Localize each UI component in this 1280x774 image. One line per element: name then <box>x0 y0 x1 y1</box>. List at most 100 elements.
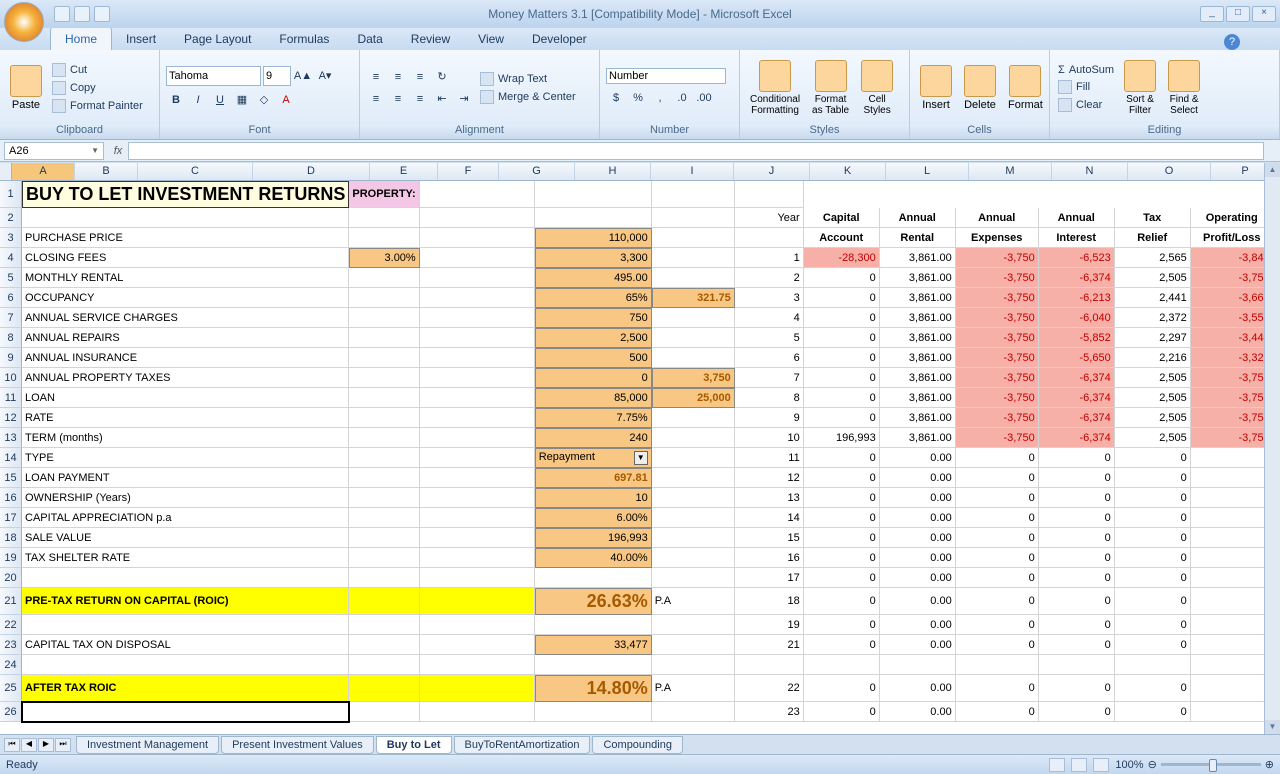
cell[interactable]: Expenses <box>956 228 1039 248</box>
cell[interactable]: ANNUAL SERVICE CHARGES <box>22 308 349 328</box>
cell[interactable]: 0 <box>1039 488 1115 508</box>
rowhead[interactable]: 6 <box>0 288 22 308</box>
cell[interactable] <box>349 702 419 722</box>
cell[interactable]: 0 <box>1039 448 1115 468</box>
cell[interactable] <box>652 635 735 655</box>
cell[interactable]: -3,750 <box>956 368 1039 388</box>
cell[interactable] <box>652 615 735 635</box>
colhead-E[interactable]: E <box>370 163 438 180</box>
cell[interactable]: LOAN <box>22 388 349 408</box>
cell[interactable]: 0 <box>1115 702 1191 722</box>
colhead-O[interactable]: O <box>1128 163 1211 180</box>
name-box[interactable]: A26▼ <box>4 142 104 160</box>
cell[interactable] <box>535 702 652 722</box>
cell[interactable]: 26.63% <box>535 588 652 615</box>
cell[interactable]: Capital <box>804 208 880 228</box>
cell[interactable]: 0 <box>804 408 880 428</box>
sheet-tab[interactable]: Compounding <box>592 736 683 754</box>
cell[interactable] <box>22 615 349 635</box>
cell[interactable] <box>420 615 535 635</box>
cell[interactable] <box>420 675 535 702</box>
align-center[interactable]: ≡ <box>388 89 408 109</box>
save-icon[interactable] <box>54 6 70 22</box>
rowhead[interactable]: 21 <box>0 588 22 615</box>
cell[interactable]: -3,750 <box>956 288 1039 308</box>
cell[interactable] <box>420 428 535 448</box>
cell[interactable]: 0 <box>956 528 1039 548</box>
cell[interactable]: 0 <box>956 588 1039 615</box>
colhead-G[interactable]: G <box>499 163 575 180</box>
cell[interactable]: -28,300 <box>804 248 880 268</box>
cell[interactable]: 0 <box>956 448 1039 468</box>
cell[interactable]: 3.00% <box>349 248 419 268</box>
cell[interactable] <box>652 488 735 508</box>
cell[interactable]: 0 <box>1039 568 1115 588</box>
cell[interactable] <box>349 428 419 448</box>
cell[interactable] <box>420 208 535 228</box>
cell[interactable]: 13 <box>735 488 804 508</box>
cell[interactable]: -3,750 <box>956 408 1039 428</box>
align-bottom[interactable]: ≡ <box>410 67 430 87</box>
cell[interactable]: 0 <box>1191 675 1264 702</box>
cell[interactable] <box>420 248 535 268</box>
cell[interactable]: Rental <box>880 228 956 248</box>
format-table-button[interactable]: Format as Table <box>808 58 853 118</box>
cell[interactable]: -3,750 <box>956 348 1039 368</box>
cell[interactable]: 0 <box>956 615 1039 635</box>
cell[interactable]: 14 <box>735 508 804 528</box>
sheet-tab[interactable]: Present Investment Values <box>221 736 374 754</box>
cell[interactable]: 0 <box>1191 615 1264 635</box>
cell[interactable]: 0 <box>535 368 652 388</box>
align-right[interactable]: ≡ <box>410 89 430 109</box>
cell[interactable]: -6,374 <box>1039 388 1115 408</box>
cell[interactable]: 0 <box>804 528 880 548</box>
cell[interactable] <box>652 655 735 675</box>
rowhead[interactable]: 12 <box>0 408 22 428</box>
cell[interactable]: Relief <box>1115 228 1191 248</box>
cell[interactable] <box>349 615 419 635</box>
cell[interactable]: 40.00% <box>535 548 652 568</box>
office-button[interactable] <box>4 2 44 42</box>
italic-button[interactable]: I <box>188 90 208 110</box>
cell[interactable] <box>420 268 535 288</box>
cell[interactable]: 0 <box>804 548 880 568</box>
tab-formulas[interactable]: Formulas <box>265 28 343 50</box>
cell[interactable] <box>349 368 419 388</box>
cell[interactable]: 0 <box>1039 528 1115 548</box>
tab-page-layout[interactable]: Page Layout <box>170 28 265 50</box>
cell[interactable]: -3,557 <box>1191 308 1264 328</box>
cell[interactable]: 750 <box>535 308 652 328</box>
cell[interactable]: -3,758 <box>1191 268 1264 288</box>
cell[interactable] <box>349 208 419 228</box>
cell[interactable]: 0 <box>1115 588 1191 615</box>
cell[interactable]: 495.00 <box>535 268 652 288</box>
cell[interactable] <box>420 635 535 655</box>
cell[interactable]: 0 <box>1115 488 1191 508</box>
cell[interactable] <box>349 635 419 655</box>
cell[interactable]: 0.00 <box>880 635 956 655</box>
comma-button[interactable]: , <box>650 88 670 108</box>
cell[interactable] <box>420 348 535 368</box>
indent-dec[interactable]: ⇤ <box>432 89 452 109</box>
cell[interactable] <box>349 528 419 548</box>
cell[interactable]: 65% <box>535 288 652 308</box>
cell[interactable]: 0 <box>1115 468 1191 488</box>
cell[interactable] <box>420 468 535 488</box>
cell[interactable] <box>652 268 735 288</box>
cell[interactable]: -5,852 <box>1039 328 1115 348</box>
cell[interactable]: 33,477 <box>535 635 652 655</box>
cell[interactable]: 10 <box>535 488 652 508</box>
cell[interactable]: 0 <box>804 348 880 368</box>
cell[interactable] <box>652 448 735 468</box>
font-color-button[interactable]: A <box>276 90 296 110</box>
cell[interactable] <box>420 528 535 548</box>
cell[interactable]: 3,861.00 <box>880 248 956 268</box>
colhead-L[interactable]: L <box>886 163 969 180</box>
colhead-D[interactable]: D <box>253 163 370 180</box>
cell[interactable]: Annual <box>1039 208 1115 228</box>
rowhead[interactable]: 8 <box>0 328 22 348</box>
cell[interactable]: 2 <box>735 268 804 288</box>
cell[interactable]: 0 <box>804 328 880 348</box>
cell[interactable] <box>349 288 419 308</box>
cell[interactable]: 0 <box>1191 635 1264 655</box>
